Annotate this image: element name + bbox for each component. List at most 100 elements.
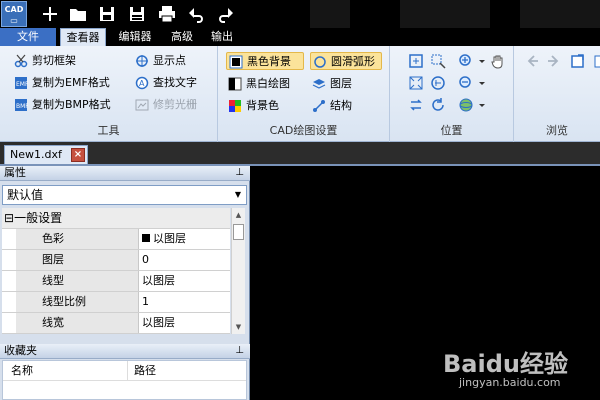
zoom-extents-icon[interactable]	[408, 75, 424, 91]
save-as-icon[interactable]	[127, 4, 147, 24]
property-row-linetype-scale[interactable]: 线型比例 1	[2, 292, 230, 313]
crosshair-icon	[136, 55, 148, 67]
bw-drawing-label: 黑白绘图	[246, 77, 290, 90]
group-cad-settings-label: CAD绘图设置	[269, 124, 338, 137]
copy-bmp-button[interactable]: BMP 复制为BMP格式	[12, 96, 111, 114]
show-points-label: 显示点	[153, 54, 186, 67]
bw-drawing-button[interactable]: 黑白绘图	[226, 75, 290, 93]
black-background-button[interactable]: 黑色背景	[226, 52, 304, 70]
property-name: 线型	[16, 271, 138, 291]
property-value[interactable]: 以图层	[138, 313, 230, 333]
baidu-watermark: Baidu经验 jingyan.baidu.com	[443, 336, 593, 391]
group-browse: 浏览	[514, 46, 600, 142]
rotate-icon[interactable]	[408, 97, 424, 113]
fit-drawing-icon[interactable]	[408, 53, 424, 69]
trim-raster-label: 修剪光栅	[153, 98, 197, 111]
property-value[interactable]: 以图层	[138, 229, 230, 249]
group-position: 位置	[390, 46, 514, 142]
property-row-color[interactable]: 色彩 以图层	[2, 229, 230, 250]
watermark-brand: Baidu经验	[443, 350, 568, 378]
more-icon[interactable]	[590, 53, 600, 69]
pan-hand-icon[interactable]	[490, 53, 506, 69]
trim-raster-button[interactable]: 修剪光栅	[133, 96, 197, 114]
chevron-down-icon[interactable]	[474, 75, 485, 91]
property-value[interactable]: 以图层	[138, 271, 230, 291]
smooth-arcs-icon	[314, 56, 326, 68]
svg-text:A: A	[139, 79, 145, 88]
zoom-previous-icon[interactable]	[430, 75, 446, 91]
undo-icon[interactable]	[187, 4, 207, 24]
regenerate-icon[interactable]	[430, 97, 446, 113]
arrow-left-icon[interactable]	[524, 53, 540, 69]
smooth-arcs-button[interactable]: 圆滑弧形	[310, 52, 382, 70]
new-file-icon[interactable]	[40, 4, 60, 24]
palette-icon	[229, 100, 241, 112]
copy-emf-button[interactable]: EMF 复制为EMF格式	[12, 74, 110, 92]
save-icon[interactable]	[97, 4, 117, 24]
app-logo[interactable]: CAD ▭	[1, 1, 27, 27]
structure-button[interactable]: 结构	[310, 97, 352, 115]
property-grid-scrollbar[interactable]: ▲ ▼	[231, 208, 245, 334]
scroll-thumb[interactable]	[233, 224, 244, 240]
chevron-down-icon[interactable]	[474, 53, 485, 69]
redo-icon[interactable]	[215, 4, 235, 24]
group-cad-settings: 黑色背景 黑白绘图 背景色 圆滑弧形 图层 结构 CAD绘图设置	[218, 46, 390, 142]
document-tab-label: New1.dxf	[10, 148, 62, 161]
properties-filter-select[interactable]: 默认值 ▼	[2, 185, 247, 205]
tab-advanced[interactable]: 高级	[164, 28, 200, 46]
tab-output[interactable]: 输出	[204, 28, 240, 46]
pin-icon[interactable]: ⊥	[235, 166, 244, 180]
document-tab[interactable]: New1.dxf ×	[4, 145, 88, 164]
property-row-layer[interactable]: 图层 0	[2, 250, 230, 271]
property-name: 线型比例	[16, 292, 138, 312]
property-row-linetype[interactable]: 线型 以图层	[2, 271, 230, 292]
print-icon[interactable]	[157, 4, 177, 24]
tab-editor[interactable]: 编辑器	[112, 28, 158, 46]
black-background-label: 黑色背景	[247, 55, 291, 68]
scroll-down-icon[interactable]: ▼	[232, 320, 245, 334]
property-value[interactable]: 1	[138, 292, 230, 312]
property-category[interactable]: ⊟一般设置	[2, 208, 230, 229]
open-folder-icon[interactable]	[68, 4, 88, 24]
title-bar: CAD ▭	[0, 0, 600, 28]
properties-title: 属性	[4, 166, 26, 179]
property-value[interactable]: 0	[138, 250, 230, 270]
clip-frame-button[interactable]: 剪切框架	[12, 52, 76, 70]
logo-text: CAD	[4, 5, 24, 14]
bmp-icon: BMP	[15, 99, 28, 111]
close-icon[interactable]: ×	[71, 148, 85, 162]
properties-filter-value: 默认值	[7, 188, 44, 202]
blurred-region	[310, 0, 350, 28]
zoom-in-icon[interactable]	[458, 53, 474, 69]
open-document-icon[interactable]	[570, 53, 586, 69]
category-label: ⊟一般设置	[4, 211, 63, 225]
show-points-button[interactable]: 显示点	[133, 52, 186, 70]
arrow-right-icon[interactable]	[546, 53, 562, 69]
column-path[interactable]: 路径	[127, 361, 156, 381]
tab-viewer[interactable]: 查看器	[60, 28, 106, 46]
black-background-icon	[229, 55, 243, 69]
property-name: 色彩	[16, 229, 138, 249]
3d-orbit-icon[interactable]	[458, 97, 474, 113]
property-row-lineweight[interactable]: 线宽 以图层	[2, 313, 230, 334]
ribbon: 剪切框架 EMF 复制为EMF格式 BMP 复制为BMP格式 显示点 A 查找文…	[0, 46, 600, 142]
pin-icon[interactable]: ⊥	[235, 344, 244, 358]
zoom-out-icon[interactable]	[458, 75, 474, 91]
properties-panel: 属性 ⊥ 默认值 ▼ ⊟一般设置 色彩 以图层 图层 0 线型 以图层 线型比例…	[0, 166, 250, 400]
chevron-down-icon[interactable]	[474, 97, 485, 113]
chevron-down-icon[interactable]: ▼	[230, 186, 246, 204]
bw-drawing-icon	[228, 77, 242, 91]
scroll-up-icon[interactable]: ▲	[232, 208, 245, 222]
favorites-title: 收藏夹	[4, 344, 37, 357]
property-grid: ⊟一般设置 色彩 以图层 图层 0 线型 以图层 线型比例 1 线宽 以图层	[2, 208, 230, 334]
column-name[interactable]: 名称	[5, 361, 33, 381]
trim-raster-icon	[135, 99, 149, 111]
zoom-window-icon[interactable]	[430, 53, 446, 69]
background-color-button[interactable]: 背景色	[226, 97, 279, 115]
find-text-label: 查找文字	[153, 76, 197, 89]
layers-button[interactable]: 图层	[310, 75, 352, 93]
find-text-button[interactable]: A 查找文字	[133, 74, 197, 92]
tab-file[interactable]: 文件	[0, 28, 56, 46]
blurred-region	[520, 0, 600, 28]
layers-icon	[312, 79, 326, 89]
